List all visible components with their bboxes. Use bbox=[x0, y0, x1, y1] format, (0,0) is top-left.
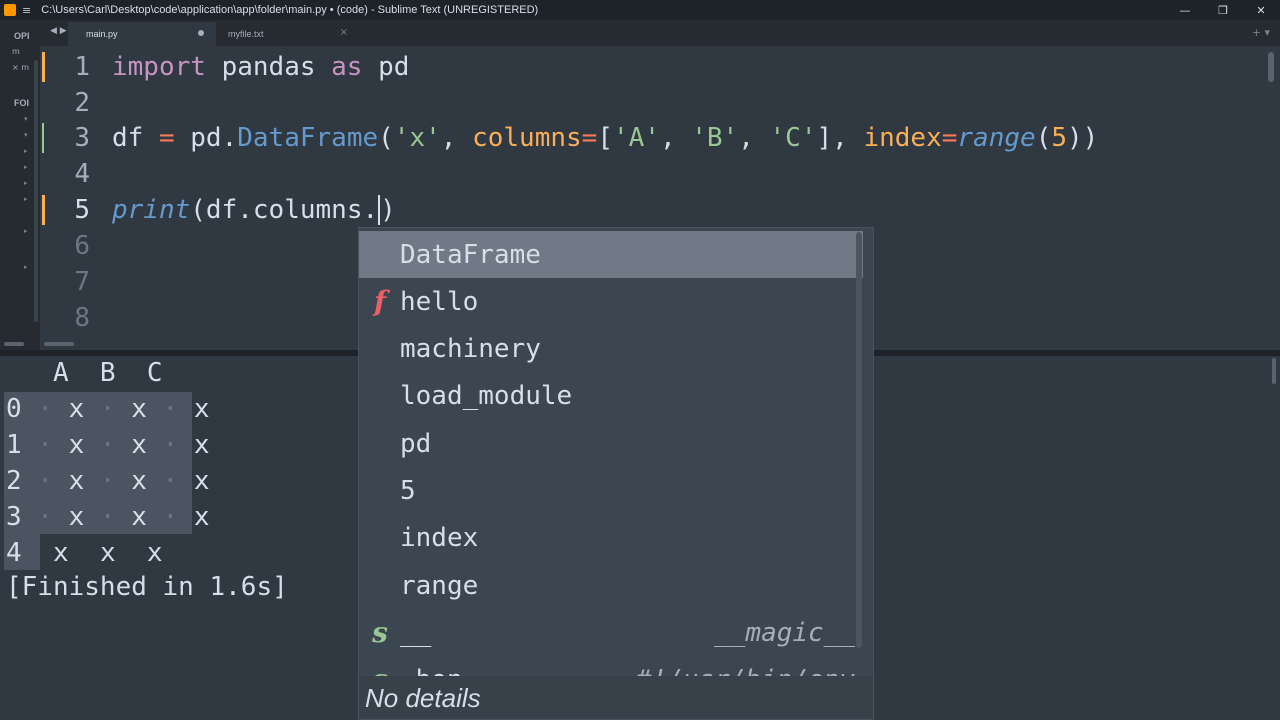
folders-header[interactable]: FOI bbox=[14, 98, 29, 108]
maximize-button[interactable]: ❐ bbox=[1204, 0, 1242, 20]
completion-details-text: No details bbox=[365, 683, 481, 713]
line-text: import pandas as pd bbox=[112, 52, 410, 82]
editor-horizontal-scrollbar[interactable] bbox=[44, 342, 74, 346]
editor-scrollbar[interactable] bbox=[1268, 52, 1274, 82]
completion-item[interactable]: s _bon #!/usr/bin/env bbox=[359, 656, 863, 676]
completion-item[interactable]: range bbox=[359, 562, 863, 609]
completion-label: DataFrame bbox=[400, 239, 541, 270]
tab-bar: ◀ ▶ main.py myfile.txt × + ▾ bbox=[40, 20, 1280, 46]
open-file-item[interactable]: × m bbox=[12, 63, 29, 72]
tree-toggle-icon[interactable]: ▸ bbox=[24, 179, 28, 187]
sidebar: OPI m × m FOI ▾ ▾ ▸ ▸ ▸ ▸ ▸ ▸ bbox=[0, 20, 40, 350]
line-number: 5 bbox=[74, 195, 90, 225]
tree-toggle-icon[interactable]: ▸ bbox=[24, 195, 28, 203]
completion-details-panel: No details bbox=[359, 676, 873, 719]
open-files-header[interactable]: OPI bbox=[14, 31, 30, 41]
build-finished-message: [Finished in 1.6s] bbox=[6, 572, 288, 602]
output-table-row: 3 · x · x · x bbox=[6, 502, 210, 532]
tab-label: myfile.txt bbox=[228, 29, 264, 39]
completion-item[interactable]: s __ __magic__ bbox=[359, 609, 863, 656]
output-table-header: A B C bbox=[6, 358, 163, 388]
autocomplete-scrollbar[interactable] bbox=[856, 232, 862, 648]
line-number: 4 bbox=[74, 159, 90, 189]
completion-item[interactable]: DataFrame bbox=[359, 231, 863, 278]
snippet-kind-icon: s bbox=[372, 616, 388, 649]
menu-icon[interactable]: ≡ bbox=[22, 4, 31, 17]
completion-label: pd bbox=[400, 428, 432, 459]
completion-label: 5 bbox=[400, 475, 416, 506]
completion-label: load_module bbox=[400, 380, 573, 411]
completion-item[interactable]: machinery bbox=[359, 325, 863, 372]
tree-toggle-icon[interactable]: ▸ bbox=[24, 147, 28, 155]
tab-label: main.py bbox=[86, 29, 118, 39]
code-line[interactable]: 2 bbox=[40, 85, 1240, 121]
sidebar-scrollbar[interactable] bbox=[34, 60, 38, 322]
line-number: 1 bbox=[74, 52, 90, 82]
line-number: 3 bbox=[74, 123, 90, 153]
line-number: 2 bbox=[74, 88, 90, 118]
completion-label: index bbox=[400, 522, 479, 553]
close-button[interactable]: ✕ bbox=[1242, 0, 1280, 20]
tab-main-py[interactable]: main.py bbox=[68, 22, 216, 46]
unsaved-dot-icon[interactable] bbox=[198, 30, 204, 36]
completion-label: hello bbox=[400, 286, 479, 317]
tree-toggle-icon[interactable]: ▾ bbox=[24, 131, 28, 139]
tab-overflow-controls[interactable]: + ▾ bbox=[1252, 26, 1270, 39]
sublime-logo-icon bbox=[4, 4, 16, 16]
title-bar: ≡ C:\Users\Carl\Desktop\code\application… bbox=[0, 0, 1280, 20]
tab-navigation-arrows[interactable]: ◀ ▶ bbox=[50, 26, 67, 36]
line-text: df = pd.DataFrame('x', columns=['A', 'B'… bbox=[112, 123, 1099, 153]
completion-item[interactable]: load_module bbox=[359, 372, 863, 419]
window-controls: — ❐ ✕ bbox=[1166, 0, 1280, 20]
autocomplete-list[interactable]: DataFrame f hello machinery load_module … bbox=[359, 228, 864, 676]
function-kind-icon: f bbox=[373, 285, 387, 318]
tree-toggle-icon[interactable]: ▸ bbox=[24, 263, 28, 271]
code-line[interactable]: 1 import pandas as pd bbox=[40, 49, 1240, 85]
completion-annotation: __magic__ bbox=[714, 617, 855, 648]
tree-toggle-icon[interactable]: ▾ bbox=[24, 115, 28, 123]
sidebar-horizontal-scrollbar[interactable] bbox=[4, 342, 24, 346]
text-cursor: ) bbox=[378, 195, 396, 225]
completion-item[interactable]: index bbox=[359, 514, 863, 561]
line-number: 8 bbox=[74, 303, 90, 333]
tree-toggle-icon[interactable]: ▸ bbox=[24, 227, 28, 235]
minimize-button[interactable]: — bbox=[1166, 0, 1204, 20]
window-title: C:\Users\Carl\Desktop\code\application\a… bbox=[41, 4, 539, 16]
tree-toggle-icon[interactable]: ▸ bbox=[24, 163, 28, 171]
completion-label: _bon bbox=[400, 665, 463, 677]
tab-myfile-txt[interactable]: myfile.txt × bbox=[218, 22, 358, 46]
completion-label: range bbox=[400, 570, 479, 601]
code-line[interactable]: 4 bbox=[40, 156, 1240, 192]
output-scrollbar[interactable] bbox=[1272, 358, 1276, 384]
code-line-current[interactable]: 5 print(df.columns.) bbox=[40, 192, 1240, 228]
completion-item[interactable]: pd bbox=[359, 420, 863, 467]
line-number: 7 bbox=[74, 267, 90, 297]
completion-item[interactable]: f hello bbox=[359, 278, 863, 325]
output-table-row: 2 · x · x · x bbox=[6, 466, 210, 496]
tab-close-icon[interactable]: × bbox=[340, 27, 348, 38]
snippet-kind-icon: s bbox=[369, 663, 391, 676]
output-table-row: 0 · x · x · x bbox=[6, 394, 210, 424]
output-table-row: 1 · x · x · x bbox=[6, 430, 210, 460]
line-text: print(df.columns.) bbox=[112, 195, 396, 225]
completion-label: machinery bbox=[400, 333, 541, 364]
output-table-row: 4 x x x bbox=[6, 538, 163, 568]
completion-annotation: #!/usr/bin/env bbox=[636, 665, 855, 677]
open-file-item[interactable]: m bbox=[12, 47, 20, 56]
line-number: 6 bbox=[74, 231, 90, 261]
completion-label: __ bbox=[400, 617, 432, 648]
completion-item[interactable]: 5 bbox=[359, 467, 863, 514]
code-line[interactable]: 3 df = pd.DataFrame('x', columns=['A', '… bbox=[40, 120, 1240, 156]
autocomplete-popup[interactable]: DataFrame f hello machinery load_module … bbox=[358, 227, 874, 720]
